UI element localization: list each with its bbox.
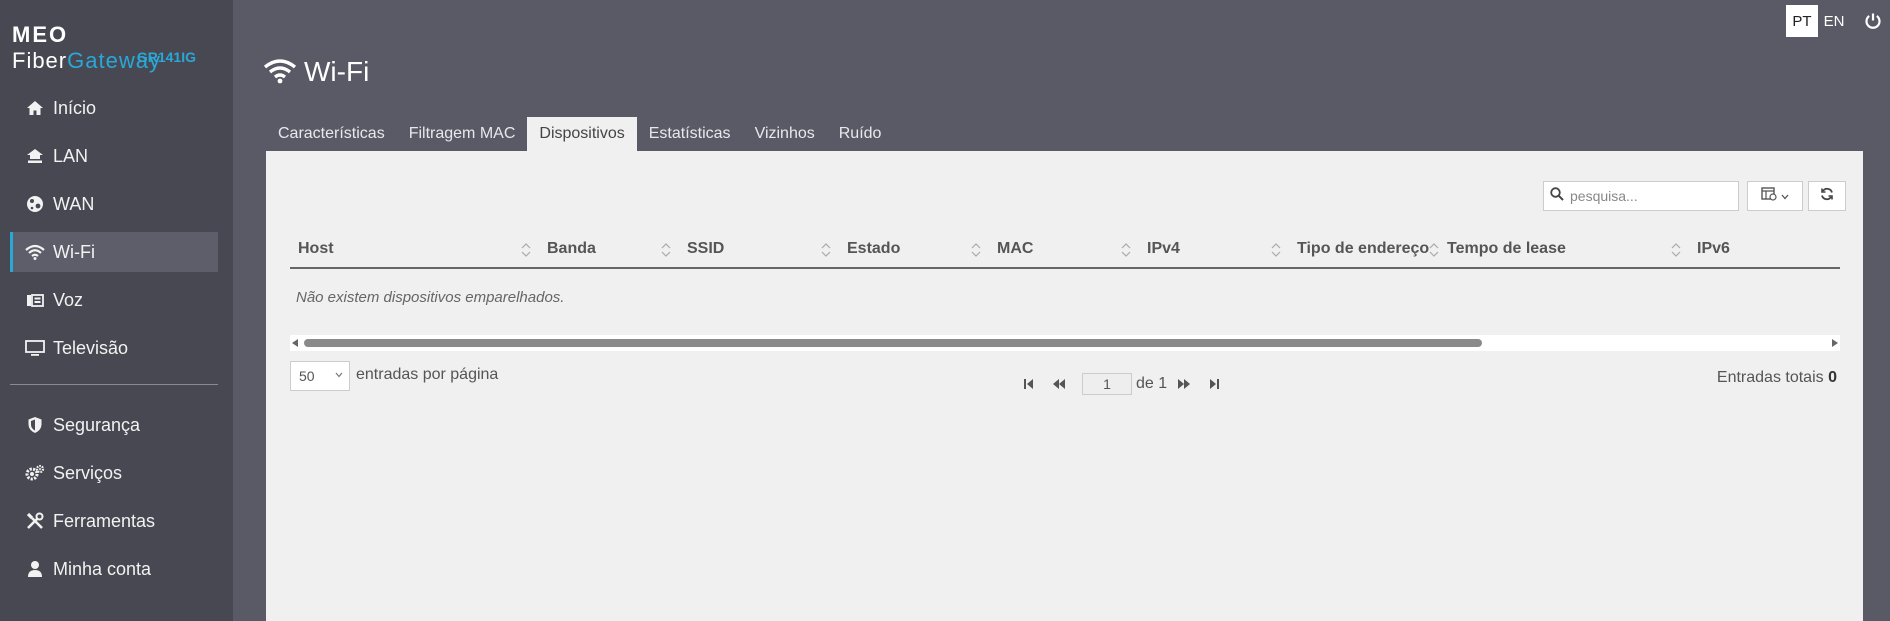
tab-bar: Características Filtragem MAC Dispositiv… [266,117,893,151]
wifi-icon [263,58,297,86]
shield-icon [25,415,45,435]
wifi-icon [25,242,45,262]
sidebar-item-voz[interactable]: Voz [10,280,218,320]
sort-icon [821,243,831,257]
sidebar-item-label: Voz [53,289,84,310]
lang-en-button[interactable]: EN [1818,5,1850,37]
sort-icon [1429,243,1439,257]
page-title: Wi-Fi [263,56,370,88]
column-header-tempo-de-lease[interactable]: Tempo de lease [1439,231,1689,267]
columns-icon [1761,186,1777,206]
globe-icon [25,194,45,214]
pagination: 1 de 1 [1014,373,1229,395]
sort-icon [971,243,981,257]
scrollbar-thumb[interactable] [304,339,1482,347]
search-input[interactable] [1568,187,1732,205]
page-count-label: de 1 [1136,375,1168,392]
sort-icon [1271,243,1281,257]
logo-meo: MEO [12,22,69,47]
tab-estatisticas[interactable]: Estatísticas [637,117,743,151]
sort-icon [1671,243,1681,257]
sidebar-item-servicos[interactable]: Serviços [10,453,218,493]
sidebar-item-label: Início [53,97,97,118]
search-box[interactable] [1543,181,1739,211]
content-panel: Host Banda SSID Estado MAC IPv4 Tipo de … [266,151,1863,621]
sidebar-item-label: Ferramentas [53,510,156,531]
chevron-down-icon [1781,187,1789,205]
current-page-input[interactable]: 1 [1082,373,1132,395]
sidebar-item-label: Wi-Fi [53,241,95,262]
gears-icon [25,463,45,483]
sidebar-item-label: Televisão [53,337,129,358]
lang-pt-button[interactable]: PT [1786,5,1818,37]
sidebar-item-label: Segurança [53,414,141,435]
chevron-down-icon [335,372,343,378]
user-icon [25,559,45,579]
home-icon [25,98,45,118]
sort-icon [661,243,671,257]
sidebar-divider [10,384,218,385]
sort-icon [521,243,531,257]
empty-table-message: Não existem dispositivos emparelhados. [296,289,565,306]
columns-button[interactable] [1747,181,1803,211]
sidebar-item-lan[interactable]: LAN [10,136,218,176]
page-size-label: entradas por página [356,366,499,383]
page-title-text: Wi-Fi [304,56,370,87]
table-header: Host Banda SSID Estado MAC IPv4 Tipo de … [290,231,1840,269]
tools-icon [25,511,45,531]
column-header-banda[interactable]: Banda [539,231,679,267]
scroll-right-arrow[interactable] [1832,339,1838,347]
lan-icon [25,146,45,166]
sidebar-nav: Início LAN WAN Wi-Fi Voz Televisão Segur… [10,88,218,597]
scroll-left-arrow[interactable] [292,339,298,347]
phone-icon [25,290,45,310]
brand-logo[interactable]: MEO FiberGateway GR141IG [12,22,212,73]
sidebar-item-label: LAN [53,145,89,166]
total-entries: Entradas totais 0 [1716,369,1837,386]
sidebar-item-wifi[interactable]: Wi-Fi [10,232,218,272]
column-header-estado[interactable]: Estado [839,231,989,267]
tv-icon [25,338,45,358]
sidebar-item-seguranca[interactable]: Segurança [10,405,218,445]
sidebar-item-inicio[interactable]: Início [10,88,218,128]
next-page-icon[interactable] [1175,377,1193,391]
sidebar-item-ferramentas[interactable]: Ferramentas [10,501,218,541]
sidebar-item-televisao[interactable]: Televisão [10,328,218,368]
last-page-icon[interactable] [1205,377,1223,391]
power-icon[interactable] [1864,12,1882,30]
sidebar-item-label: WAN [53,193,95,214]
tab-dispositivos[interactable]: Dispositivos [527,117,637,151]
column-header-ipv6[interactable]: IPv6 [1689,231,1839,267]
sidebar-item-wan[interactable]: WAN [10,184,218,224]
search-icon [1550,186,1564,206]
page-size-select[interactable]: 50 [290,361,350,391]
refresh-button[interactable] [1808,181,1846,211]
previous-page-icon[interactable] [1050,377,1068,391]
tab-vizinhos[interactable]: Vizinhos [743,117,827,151]
column-header-mac[interactable]: MAC [989,231,1139,267]
horizontal-scrollbar[interactable] [290,335,1840,351]
logo-fiber: Fiber [12,48,68,73]
first-page-icon[interactable] [1020,377,1038,391]
column-header-host[interactable]: Host [290,231,539,267]
sidebar: MEO FiberGateway GR141IG Início LAN WAN [0,0,233,621]
tab-ruido[interactable]: Ruído [827,117,894,151]
tab-filtragem-mac[interactable]: Filtragem MAC [397,117,528,151]
logo-model: GR141IG [136,49,196,65]
sidebar-item-minha-conta[interactable]: Minha conta [10,549,218,589]
sort-icon [1121,243,1131,257]
total-count: 0 [1828,369,1837,386]
sidebar-item-label: Serviços [53,462,123,483]
column-header-tipo-de-endereco[interactable]: Tipo de endereço [1289,231,1439,267]
column-header-ssid[interactable]: SSID [679,231,839,267]
tab-caracteristicas[interactable]: Características [266,117,397,151]
sidebar-item-label: Minha conta [53,558,152,579]
refresh-icon [1820,187,1834,206]
column-header-ipv4[interactable]: IPv4 [1139,231,1289,267]
language-selector: PT EN [1786,5,1850,37]
